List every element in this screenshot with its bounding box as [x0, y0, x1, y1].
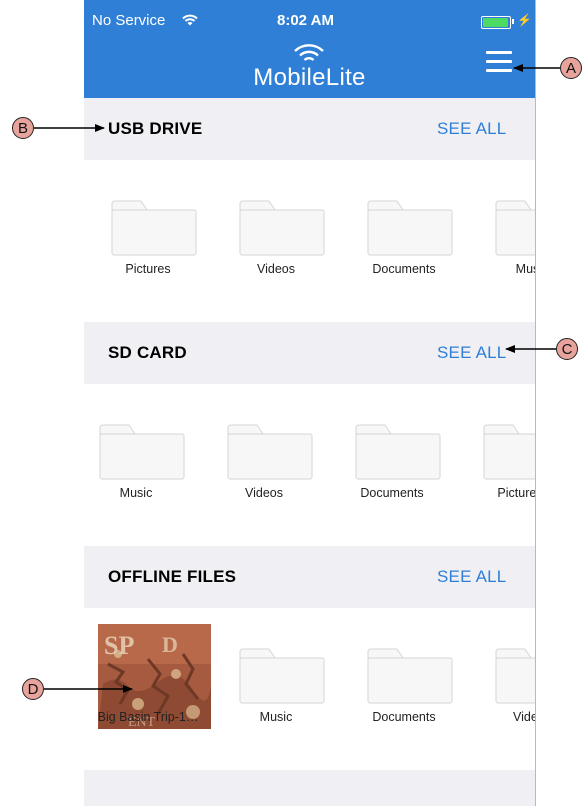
callout-d: D: [22, 678, 44, 700]
annotation-arrows: [34, 64, 560, 693]
callout-c: C: [556, 338, 578, 360]
callout-b: B: [12, 117, 34, 139]
callout-a: A: [560, 57, 582, 79]
